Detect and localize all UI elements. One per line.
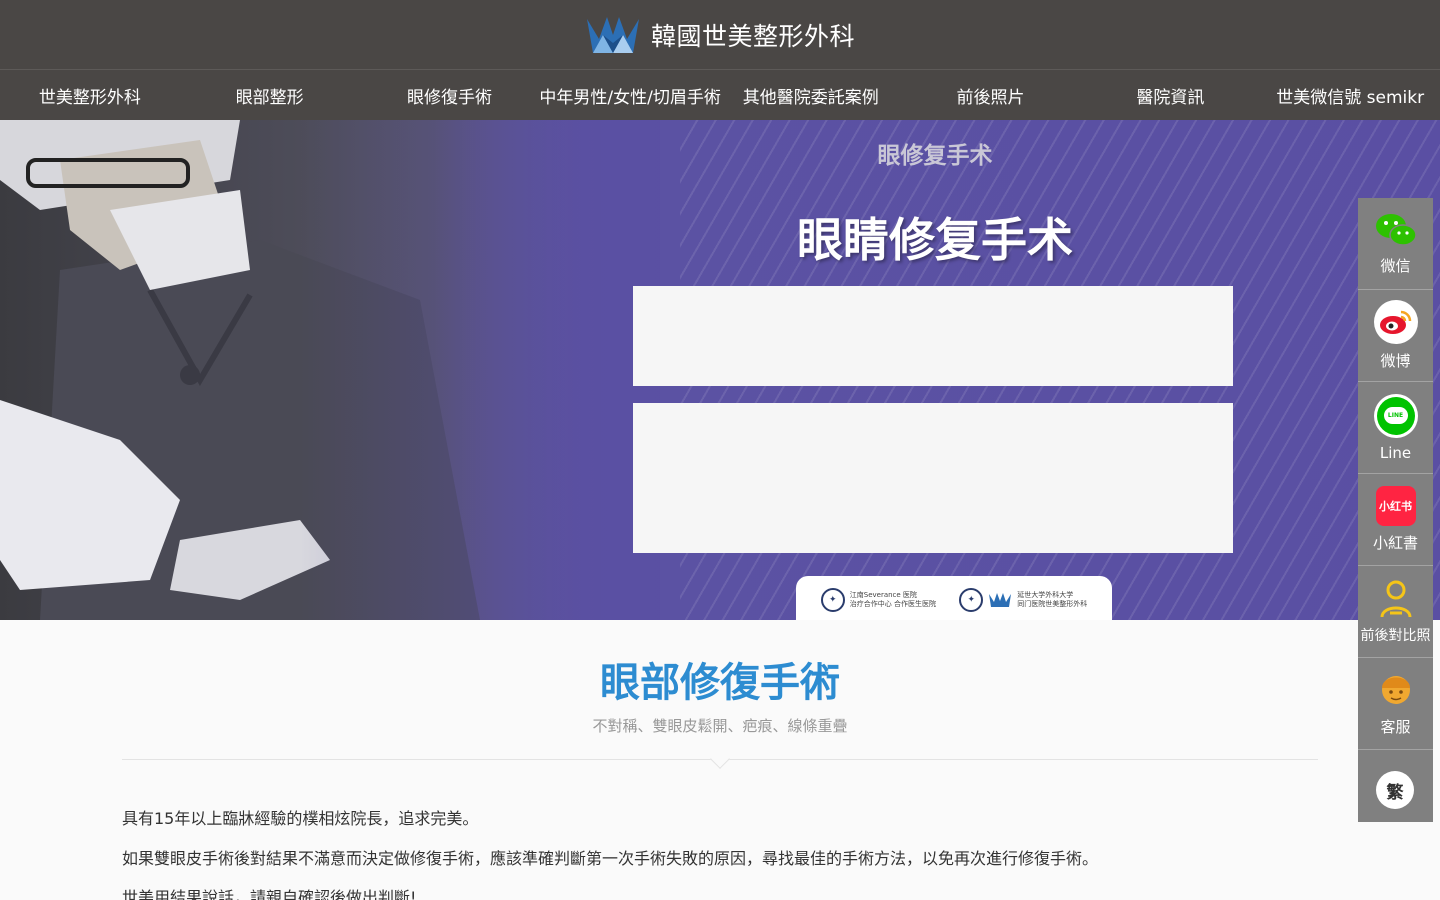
crown-logo-icon — [989, 593, 1012, 607]
sidebar-item-weibo[interactable]: 微博 — [1358, 290, 1433, 382]
sidebar-label: 前後對比照 — [1360, 627, 1431, 644]
hero-card-bottom — [633, 403, 1233, 553]
hero-title: 眼睛修复手术 — [797, 213, 1073, 267]
nav-item-middle-age[interactable]: 中年男性/女性/切眉手術 — [539, 70, 720, 120]
sidebar-item-wechat[interactable]: 微信 — [1358, 198, 1433, 290]
person-icon — [1380, 580, 1411, 617]
sidebar-item-customer-service[interactable]: 客服 — [1358, 658, 1433, 750]
main-nav: 世美整形外科 眼部整形 眼修復手術 中年男性/女性/切眉手術 其他醫院委託案例 … — [0, 70, 1440, 120]
university-seal-icon: ✦ — [820, 588, 845, 612]
sidebar-item-xiaohongshu[interactable]: 小红书 小紅書 — [1358, 474, 1433, 566]
nav-item-eye-surgery[interactable]: 眼部整形 — [180, 70, 360, 120]
sidebar-label: 小紅書 — [1372, 534, 1418, 552]
partner-name: 延世大学外科大学 — [1017, 591, 1074, 599]
nav-item-wechat-id[interactable]: 世美微信號 semikr — [1260, 70, 1440, 120]
nav-item-hospital-info[interactable]: 醫院資訊 — [1080, 70, 1260, 120]
language-toggle-button[interactable]: 繁 — [1376, 771, 1414, 809]
line-icon: LINE — [1373, 393, 1418, 438]
divider-notch — [710, 749, 730, 769]
sidebar-label: 微信 — [1380, 257, 1411, 275]
crown-logo-icon — [586, 16, 639, 53]
partner-yonsei: ✦ 延世大学外科大学 同门医院世美整形外科 — [959, 588, 1087, 612]
customer-service-icon — [1381, 676, 1410, 704]
paragraph-2: 如果雙眼皮手術後對結果不滿意而決定做修復手術，應該準確判斷第一次手術失敗的原因，… — [122, 849, 1099, 868]
sidebar-label: 客服 — [1380, 718, 1411, 736]
university-seal-icon: ✦ — [959, 588, 984, 612]
social-sidebar: 微信 微博 LINE Line 小红书 小紅書 前後對比照 客服 — [1358, 198, 1433, 822]
partner-name: 江南Severance 医院 — [849, 591, 917, 599]
hero-kicker: 眼修复手术 — [877, 143, 993, 169]
partner-desc: 治疗合作中心 合作医生医院 — [849, 600, 936, 608]
weibo-icon — [1373, 300, 1418, 344]
sidebar-label: 微博 — [1380, 352, 1411, 370]
section-title: 眼部修復手術 — [600, 660, 840, 706]
sidebar-item-before-after[interactable]: 前後對比照 — [1358, 566, 1433, 658]
brand[interactable]: 韓國世美整形外科 — [585, 13, 855, 57]
wechat-icon — [1375, 214, 1417, 246]
brand-name: 韓國世美整形外科 — [650, 21, 855, 51]
nav-item-other-cases[interactable]: 其他醫院委託案例 — [721, 70, 901, 120]
xiaohongshu-icon: 小红书 — [1375, 486, 1416, 526]
hero-fade — [300, 120, 660, 620]
partner-desc: 同门医院世美整形外科 — [1017, 600, 1088, 608]
sidebar-label: Line — [1379, 443, 1412, 462]
partner-logos: ✦ 江南Severance 医院 治疗合作中心 合作医生医院 ✦ 延世大学外科大… — [796, 576, 1112, 620]
site-header: 韓國世美整形外科 — [0, 0, 1440, 70]
partner-severance: ✦ 江南Severance 医院 治疗合作中心 合作医生医院 — [820, 588, 938, 612]
nav-item-eye-revision[interactable]: 眼修復手術 — [360, 70, 540, 120]
nav-item-semi[interactable]: 世美整形外科 — [0, 70, 180, 120]
hero-card-top — [633, 286, 1233, 386]
section-subtitle: 不對稱、雙眼皮鬆開、疤痕、線條重疊 — [592, 717, 848, 735]
sidebar-item-line[interactable]: LINE Line — [1358, 382, 1433, 474]
paragraph-1: 具有15年以上臨牀經驗的樸相炫院長，追求完美。 — [122, 809, 479, 828]
paragraph-3: 世美用結果說話，請親自確認後做出判斷! — [122, 888, 417, 900]
hero-banner: 眼修复手术 眼睛修复手术 ✦ 江南Severance 医院 治疗合作中心 合作医… — [0, 120, 1440, 620]
nav-item-before-after[interactable]: 前後照片 — [901, 70, 1081, 120]
